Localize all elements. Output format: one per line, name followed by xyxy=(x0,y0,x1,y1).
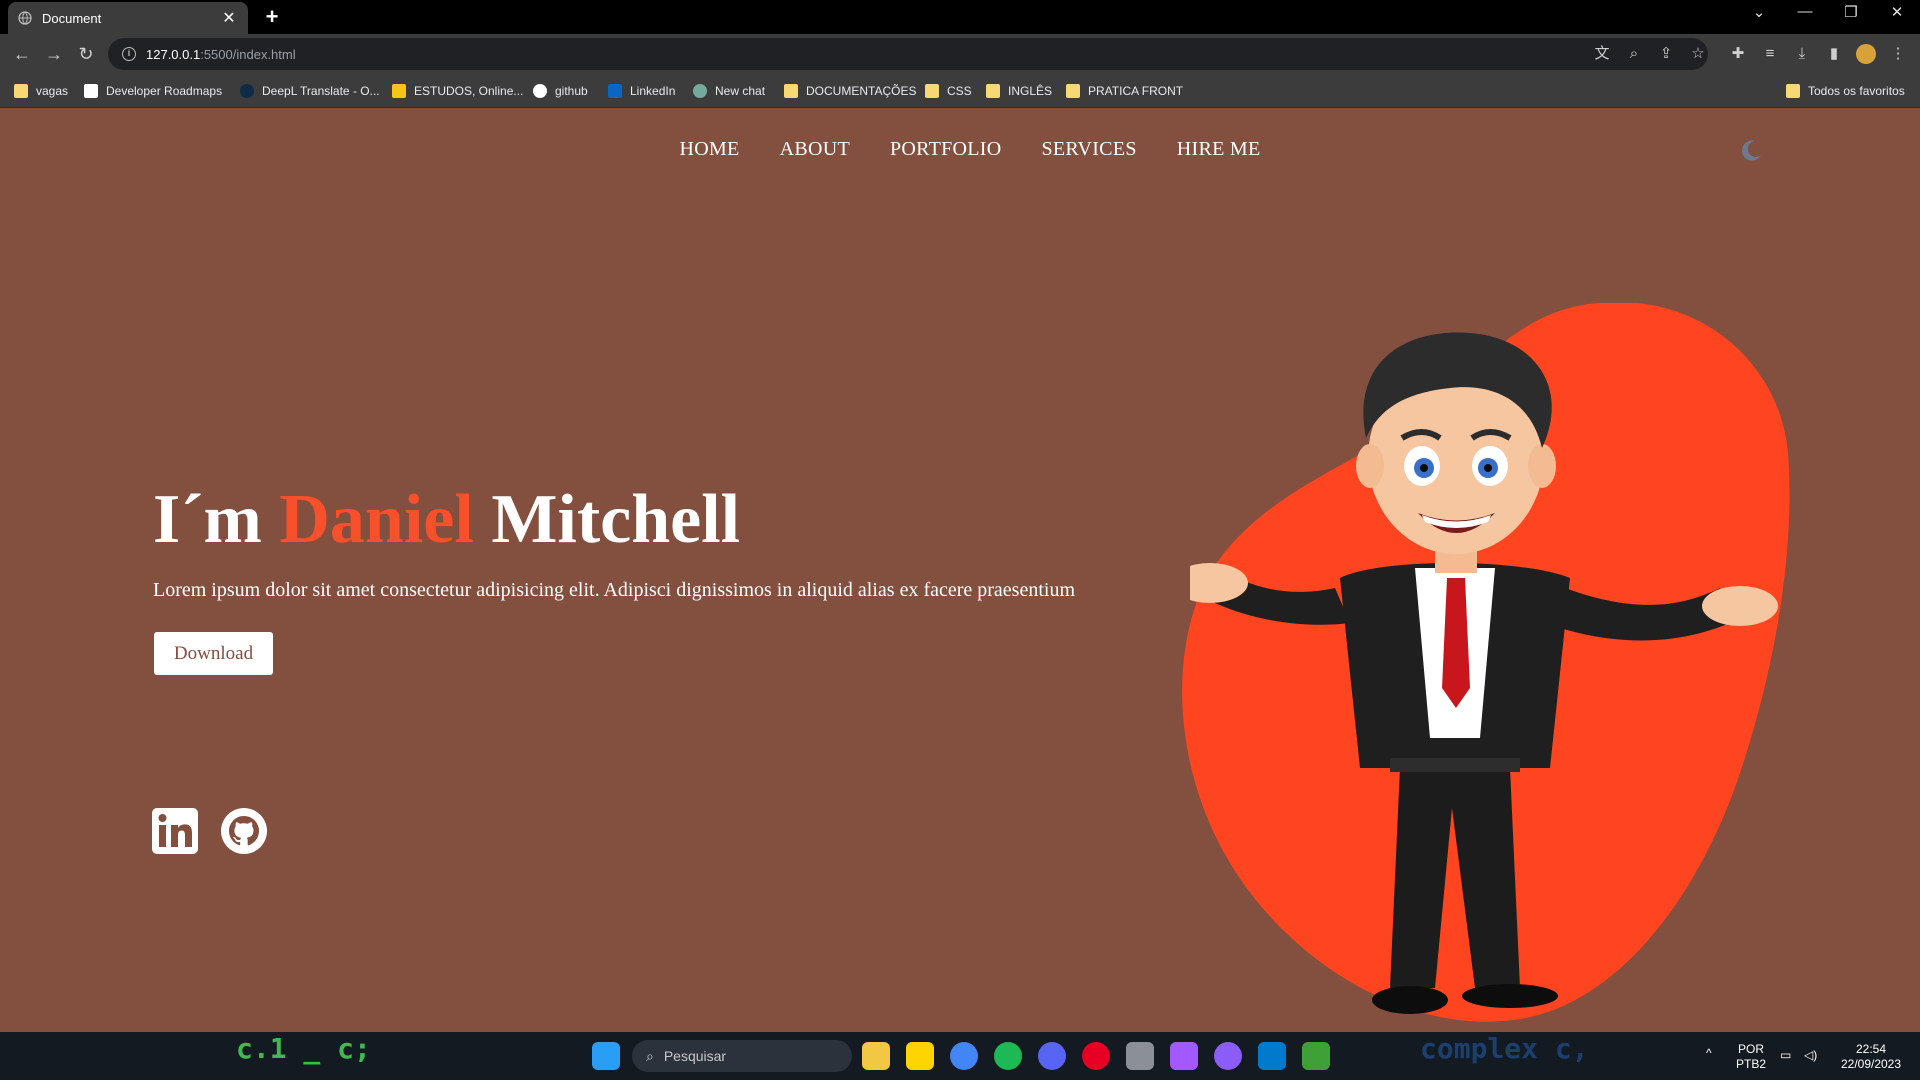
vscode-icon[interactable] xyxy=(1258,1042,1286,1070)
menu-kebab-icon[interactable]: ⋮ xyxy=(1888,44,1908,64)
node-icon[interactable] xyxy=(1302,1042,1330,1070)
file-explorer-icon[interactable] xyxy=(862,1042,890,1070)
address-bar[interactable]: i 127.0.0.1:5500/index.html xyxy=(108,38,1708,70)
hero-accent-name: Daniel xyxy=(279,481,474,558)
forward-arrow-icon[interactable]: → xyxy=(42,42,66,66)
chrome-icon[interactable] xyxy=(950,1042,978,1070)
hero-title: I´m Daniel Mitchell xyxy=(153,480,740,560)
nav-hire-me[interactable]: HIRE ME xyxy=(1177,138,1261,161)
nav-portfolio[interactable]: PORTFOLIO xyxy=(890,138,1002,161)
folder-icon xyxy=(14,84,28,98)
bookmark-pratica-front[interactable]: PRATICA FRONT xyxy=(1066,82,1183,100)
side-panel-icon[interactable]: ▮ xyxy=(1824,44,1844,64)
extensions-icon[interactable]: ✚ xyxy=(1728,44,1748,64)
spotify-icon[interactable] xyxy=(994,1042,1022,1070)
hero-suffix: Mitchell xyxy=(473,481,741,558)
bookmarks-bar: vagas Developer Roadmaps DeepL Translate… xyxy=(0,74,1920,108)
reload-icon[interactable]: ↻ xyxy=(74,42,98,66)
tab-close-icon[interactable]: ✕ xyxy=(220,8,238,28)
bookmark-ingles[interactable]: INGLÊS xyxy=(986,82,1052,100)
download-icon[interactable]: ⤓ xyxy=(1792,44,1812,64)
restore-button[interactable]: ❐ xyxy=(1828,3,1874,21)
bookmark-documentacoes[interactable]: DOCUMENTAÇÕES xyxy=(784,82,916,100)
profile-avatar[interactable] xyxy=(1856,44,1876,64)
folder-icon xyxy=(1066,84,1080,98)
site-info-icon[interactable]: i xyxy=(122,47,136,61)
active-tab[interactable]: Document ✕ xyxy=(8,2,248,34)
nav-about[interactable]: ABOUT xyxy=(780,138,850,161)
search-icon: ⌕ xyxy=(646,1047,654,1064)
minimize-button[interactable]: — xyxy=(1782,3,1828,20)
new-tab-button[interactable]: + xyxy=(258,4,286,30)
hero-description: Lorem ipsum dolor sit amet consectetur a… xyxy=(153,579,1076,601)
taskbar-search[interactable]: ⌕ Pesquisar xyxy=(632,1040,852,1072)
network-icon[interactable]: ▭ xyxy=(1780,1048,1791,1063)
folder-icon xyxy=(1786,84,1800,98)
media-icon[interactable]: ≡ xyxy=(1760,44,1780,64)
share-icon[interactable]: ⇪ xyxy=(1656,44,1676,64)
figma-icon[interactable] xyxy=(1170,1042,1198,1070)
wallpaper-code-right: complex c, xyxy=(1420,1032,1589,1065)
translate-icon[interactable]: 文 xyxy=(1592,44,1612,64)
windows-start-icon[interactable] xyxy=(592,1042,620,1070)
input-language[interactable]: POR PTB2 xyxy=(1736,1042,1766,1072)
pinterest-icon[interactable] xyxy=(1082,1042,1110,1070)
tab-title: Document xyxy=(42,10,102,26)
discord-icon[interactable] xyxy=(1038,1042,1066,1070)
folder-icon xyxy=(986,84,1000,98)
linkedin-icon xyxy=(608,84,622,98)
github-icon[interactable] xyxy=(221,808,267,854)
tab-search-chevron-icon[interactable]: ⌄ xyxy=(1736,3,1782,21)
sticky-notes-icon[interactable] xyxy=(906,1042,934,1070)
nav-home[interactable]: HOME xyxy=(679,138,739,161)
clock[interactable]: 22:54 22/09/2023 xyxy=(1836,1042,1906,1072)
main-nav: HOME ABOUT PORTFOLIO SERVICES HIRE ME xyxy=(0,138,1920,161)
bookmark-developer-roadmaps[interactable]: Developer Roadmaps xyxy=(84,82,222,100)
chatgpt-icon xyxy=(693,84,707,98)
wallpaper-code-left: c.1 _ c; xyxy=(236,1032,371,1065)
bookmark-star-icon[interactable]: ☆ xyxy=(1688,44,1708,64)
bookmark-estudos[interactable]: ESTUDOS, Online... xyxy=(392,82,523,100)
url-host: 127.0.0.1 xyxy=(146,46,201,62)
bookmark-vagas[interactable]: vagas xyxy=(14,82,68,100)
browser-toolbar: ← → ↻ i 127.0.0.1:5500/index.html 文 ⌕ ⇪ … xyxy=(0,34,1920,74)
linkedin-icon[interactable] xyxy=(152,808,198,854)
deepl-icon xyxy=(240,84,254,98)
bookmark-linkedin[interactable]: LinkedIn xyxy=(608,82,675,100)
miro-icon xyxy=(392,84,406,98)
bookmark-deepl[interactable]: DeepL Translate - O... xyxy=(240,82,380,100)
hero-prefix: I´m xyxy=(153,481,280,558)
bookmark-github[interactable]: github xyxy=(533,82,588,100)
roadmap-icon xyxy=(84,84,98,98)
github-desktop-icon[interactable] xyxy=(1214,1042,1242,1070)
volume-icon[interactable]: ◁) xyxy=(1804,1048,1817,1063)
taskbar-search-placeholder: Pesquisar xyxy=(663,1048,727,1064)
businessman-illustration xyxy=(1190,332,1778,1014)
tray-chevron-icon[interactable]: ^ xyxy=(1706,1046,1712,1061)
folder-icon xyxy=(784,84,798,98)
nav-services[interactable]: SERVICES xyxy=(1041,138,1136,161)
url-path: :5500/index.html xyxy=(200,46,296,62)
portfolio-page: HOME ABOUT PORTFOLIO SERVICES HIRE ME I´… xyxy=(0,108,1920,1032)
zoom-icon[interactable]: ⌕ xyxy=(1624,44,1644,64)
browser-tab-bar: Document ✕ + ⌄ — ❐ ✕ xyxy=(0,0,1920,34)
download-button[interactable]: Download xyxy=(154,632,273,675)
windows-taskbar: c.1 _ c; complex c, ⌕ Pesquisar ^ POR PT… xyxy=(0,1032,1920,1080)
moon-icon[interactable] xyxy=(1738,138,1764,164)
globe-icon xyxy=(18,11,32,25)
github-icon xyxy=(533,84,547,98)
bookmark-new-chat[interactable]: New chat xyxy=(693,82,765,100)
folder-icon xyxy=(925,84,939,98)
back-arrow-icon[interactable]: ← xyxy=(10,42,34,66)
app-icon[interactable] xyxy=(1126,1042,1154,1070)
bookmark-css[interactable]: CSS xyxy=(925,82,972,100)
close-window-button[interactable]: ✕ xyxy=(1874,3,1920,21)
all-bookmarks[interactable]: Todos os favoritos xyxy=(1786,82,1905,100)
